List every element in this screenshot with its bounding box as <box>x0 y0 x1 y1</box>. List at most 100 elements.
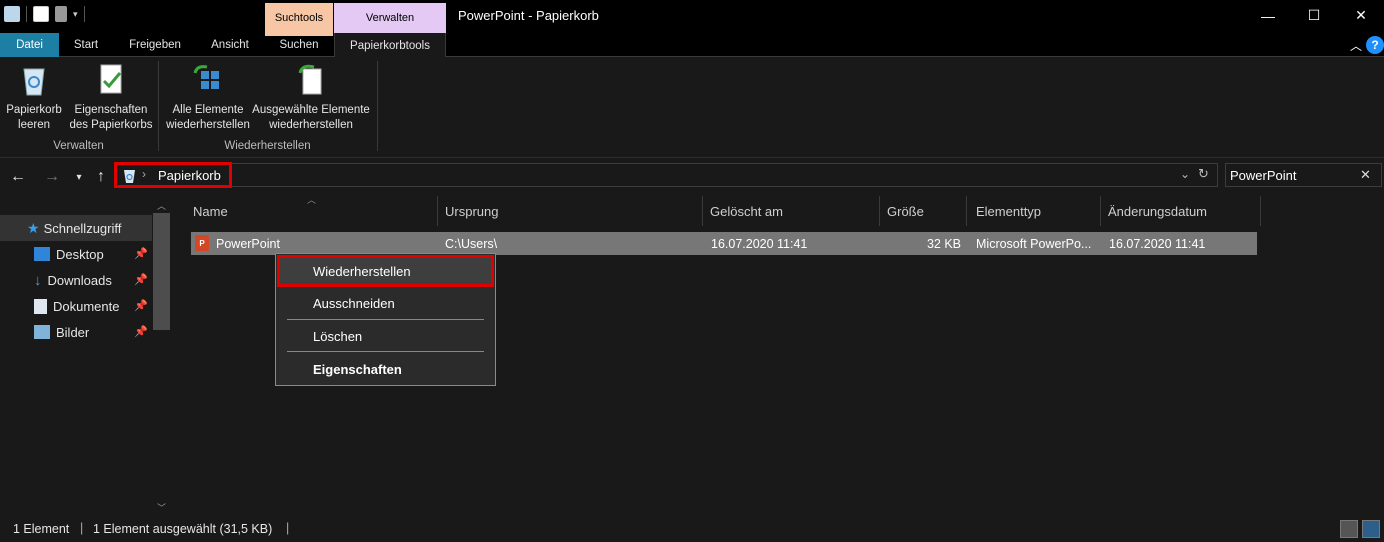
recycle-bin-properties-button[interactable]: Eigenschaften des Papierkorbs <box>66 63 156 133</box>
ribbon-tab-row: Datei Start Freigeben Ansicht Suchen Pap… <box>0 33 1384 58</box>
minimize-button[interactable]: — <box>1245 0 1291 31</box>
menu-separator <box>287 351 484 352</box>
tab-papierkorbtools[interactable]: Papierkorbtools <box>334 33 446 58</box>
menu-item-eigenschaften[interactable]: Eigenschaften <box>313 362 402 377</box>
recycle-bin-icon <box>17 63 51 97</box>
desktop-icon <box>34 247 50 261</box>
ribbon-label: wiederherstellen <box>166 119 250 131</box>
tab-start[interactable]: Start <box>60 33 112 57</box>
details-view-icon[interactable] <box>1340 520 1358 538</box>
pin-icon[interactable]: 📌 <box>134 325 148 338</box>
restore-all-icon <box>191 63 225 97</box>
status-selection: 1 Element ausgewählt (31,5 KB) <box>93 522 273 536</box>
tab-freigeben[interactable]: Freigeben <box>115 33 195 57</box>
menu-item-loeschen[interactable]: Löschen <box>313 329 362 344</box>
menu-item-wiederherstellen[interactable]: Wiederherstellen <box>313 264 411 279</box>
back-arrow-icon[interactable]: ← <box>7 166 29 188</box>
up-arrow-icon[interactable]: ↑ <box>90 166 112 188</box>
scroll-down-icon[interactable]: ﹀ <box>153 500 170 514</box>
menu-item-ausschneiden[interactable]: Ausschneiden <box>313 296 395 311</box>
window-title: PowerPoint - Papierkorb <box>458 8 599 23</box>
context-group-verwalten: Verwalten <box>334 3 446 33</box>
large-icons-view-icon[interactable] <box>1362 520 1380 538</box>
file-type: Microsoft PowerPo... <box>976 237 1092 251</box>
column-header-geloescht-am[interactable]: Gelöscht am <box>705 196 880 226</box>
column-header-name[interactable]: Name <box>188 196 438 226</box>
clear-search-icon[interactable]: ✕ <box>1360 167 1371 183</box>
scroll-up-icon[interactable]: ︿ <box>153 198 170 212</box>
file-name: PowerPoint <box>216 237 280 251</box>
sidebar-item-label: Desktop <box>56 246 104 262</box>
ribbon-label: des Papierkorbs <box>69 119 153 131</box>
column-header-elementtyp[interactable]: Elementtyp <box>971 196 1101 226</box>
empty-recycle-bin-button[interactable]: Papierkorb leeren <box>3 63 65 133</box>
sidebar-item-downloads[interactable]: ↓ Downloads 📌 <box>0 267 152 293</box>
qat-separator <box>26 6 27 22</box>
context-group-suchtools: Suchtools <box>265 3 333 33</box>
file-modified-date: 16.07.2020 11:41 <box>1109 237 1206 251</box>
new-folder-icon[interactable] <box>55 6 67 22</box>
sidebar-item-label: Schnellzugriff <box>43 220 122 236</box>
tab-datei[interactable]: Datei <box>0 33 59 57</box>
search-value[interactable]: PowerPoint <box>1230 168 1296 183</box>
breadcrumb-papierkorb[interactable]: Papierkorb <box>158 168 221 183</box>
qat-separator <box>83 6 85 22</box>
sidebar-item-bilder[interactable]: Bilder 📌 <box>0 319 152 345</box>
ribbon-label: leeren <box>18 119 50 131</box>
refresh-icon[interactable]: ↻ <box>1198 166 1209 182</box>
properties-icon <box>94 63 128 97</box>
recycle-bin-icon <box>4 6 20 22</box>
group-label-verwalten: Verwalten <box>53 140 104 152</box>
file-origin: C:\Users\ <box>445 237 498 251</box>
ribbon-label: Ausgewählte Elemente <box>252 104 370 116</box>
ribbon-label: Papierkorb <box>6 104 62 116</box>
status-item-count: 1 Element <box>13 522 70 536</box>
sidebar-item-label: Downloads <box>47 272 112 288</box>
tab-suchen[interactable]: Suchen <box>265 33 333 57</box>
address-dropdown-icon[interactable]: ⌄ <box>1180 167 1190 181</box>
ribbon-label: Eigenschaften <box>74 104 148 116</box>
ribbon: Papierkorb leeren Eigenschaften des Papi… <box>0 57 1384 158</box>
qat-dropdown-icon[interactable]: ▾ <box>73 9 78 20</box>
nav-scroll-thumb[interactable] <box>153 213 170 330</box>
ribbon-label: wiederherstellen <box>269 119 353 131</box>
navigation-row: ← → ▾ ↑ › Papierkorb ⌄ ↻ PowerPoint ✕ <box>0 158 1384 196</box>
help-icon[interactable]: ? <box>1366 36 1384 54</box>
pictures-icon <box>34 325 50 339</box>
sidebar-item-label: Bilder <box>56 324 90 340</box>
recycle-bin-icon <box>122 168 137 184</box>
status-divider: | <box>286 521 290 535</box>
status-divider: | <box>80 521 84 535</box>
pin-icon[interactable]: 📌 <box>134 247 148 260</box>
menu-separator <box>287 319 484 320</box>
column-header-ursprung[interactable]: Ursprung <box>440 196 703 226</box>
download-arrow-icon: ↓ <box>34 271 42 289</box>
column-header-aenderungsdatum[interactable]: Änderungsdatum <box>1103 196 1261 226</box>
group-separator <box>377 61 378 151</box>
close-button[interactable]: ✕ <box>1338 0 1384 31</box>
restore-all-button[interactable]: Alle Elemente wiederherstellen <box>161 63 255 133</box>
pin-icon[interactable]: 📌 <box>134 299 148 312</box>
breadcrumb-chevron-icon[interactable]: › <box>142 167 146 181</box>
address-bar[interactable] <box>114 163 1218 187</box>
ribbon-label: Alle Elemente <box>172 104 244 116</box>
recent-locations-icon[interactable]: ▾ <box>68 166 90 188</box>
collapse-ribbon-icon[interactable]: ︿ <box>1350 37 1362 54</box>
restore-selected-icon <box>294 63 328 97</box>
restore-selected-button[interactable]: Ausgewählte Elemente wiederherstellen <box>251 63 371 133</box>
maximize-button[interactable]: ☐ <box>1291 0 1337 31</box>
sidebar-item-desktop[interactable]: Desktop 📌 <box>0 241 152 267</box>
column-header-groesse[interactable]: Größe <box>882 196 967 226</box>
group-label-wiederherstellen: Wiederherstellen <box>224 140 311 152</box>
pin-icon[interactable]: 📌 <box>134 273 148 286</box>
sidebar-item-schnellzugriff[interactable]: ★ Schnellzugriff <box>0 215 152 241</box>
sidebar-item-dokumente[interactable]: Dokumente 📌 <box>0 293 152 319</box>
tab-ansicht[interactable]: Ansicht <box>198 33 262 57</box>
powerpoint-file-icon: P <box>195 235 209 251</box>
file-deleted-date: 16.07.2020 11:41 <box>711 237 808 251</box>
file-size: 32 KB <box>926 237 961 251</box>
document-icon <box>34 298 47 314</box>
properties-icon[interactable] <box>33 6 49 22</box>
star-icon: ★ <box>27 219 40 236</box>
forward-arrow-icon[interactable]: → <box>41 166 63 188</box>
